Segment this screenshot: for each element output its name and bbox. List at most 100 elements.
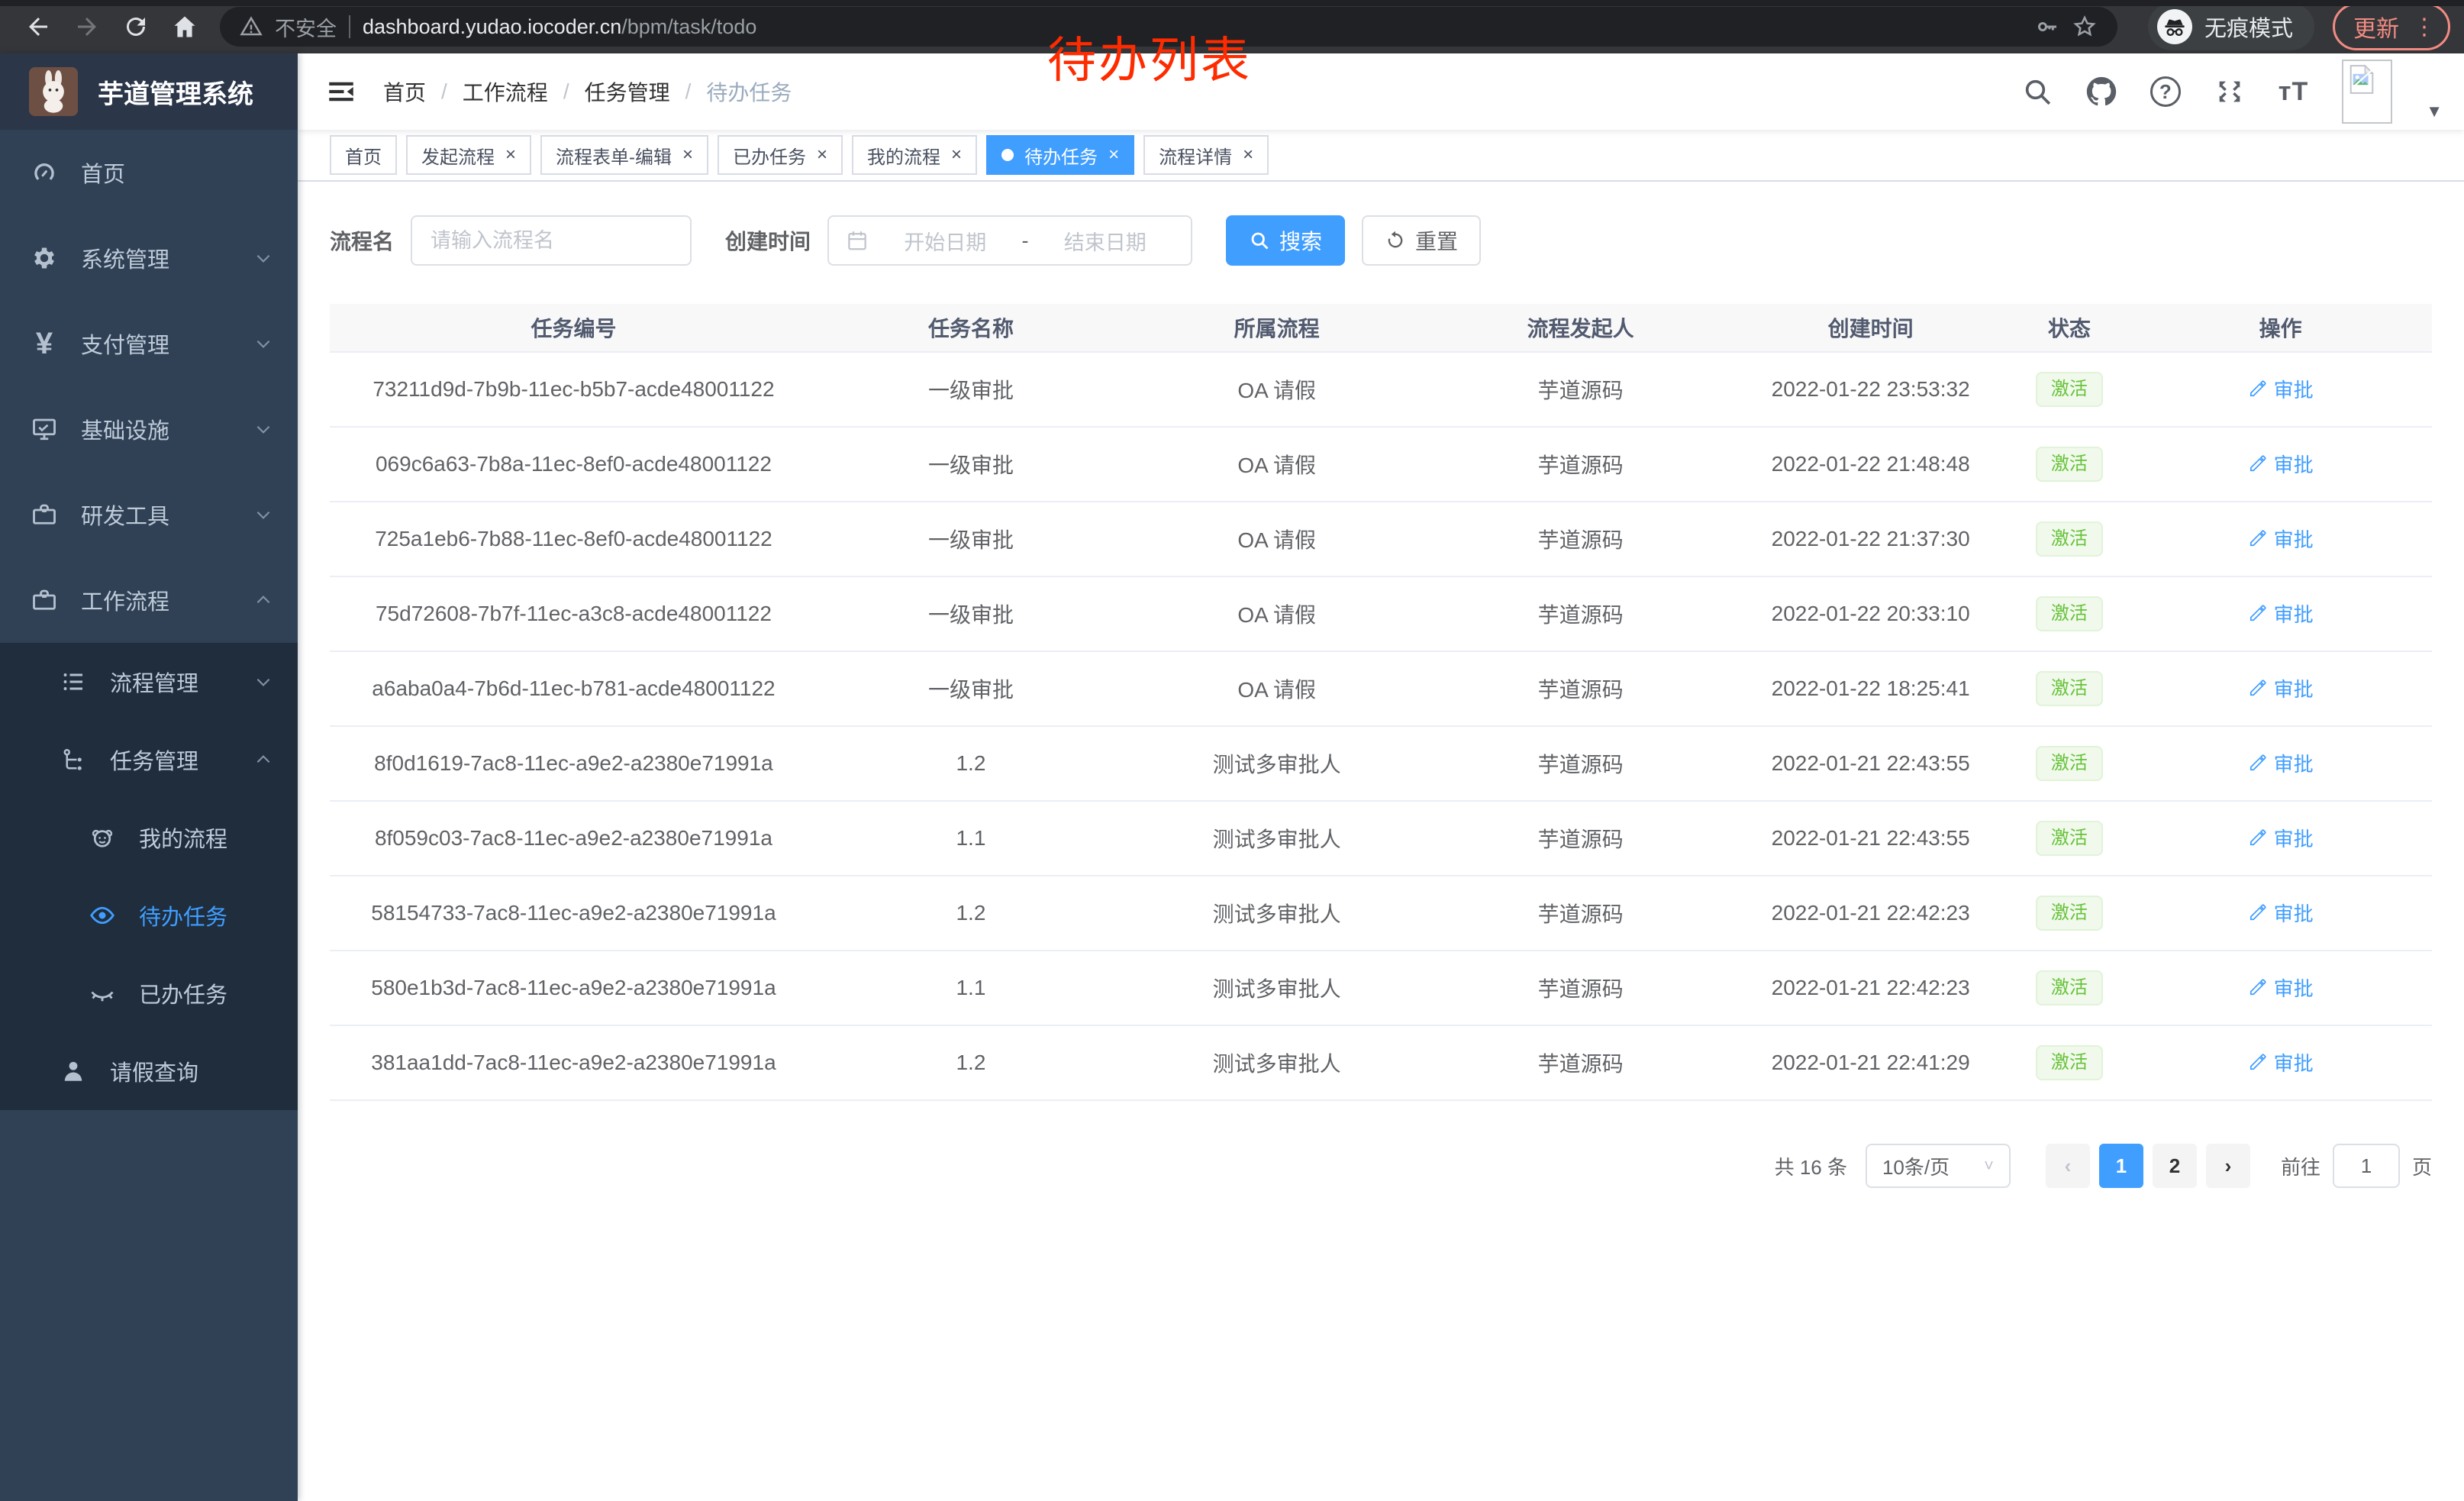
font-size-icon[interactable]: тT: [2279, 77, 2308, 107]
url-text[interactable]: dashboard.yudao.iocoder.cn/bpm/task/todo: [363, 15, 756, 39]
sidebar-item-已办任务[interactable]: 已办任务: [0, 954, 298, 1032]
reset-button[interactable]: 重置: [1362, 215, 1481, 266]
tab-待办任务[interactable]: 待办任务×: [986, 135, 1134, 175]
approve-link[interactable]: 审批: [2248, 1048, 2314, 1077]
close-icon[interactable]: ×: [817, 144, 827, 166]
update-button[interactable]: 更新 ⋮: [2333, 3, 2450, 50]
end-date-placeholder[interactable]: 结束日期: [1037, 226, 1175, 256]
column-header: 任务编号: [330, 312, 818, 343]
prev-page-button[interactable]: ‹: [2046, 1144, 2090, 1188]
breadcrumb-item[interactable]: 任务管理: [585, 76, 670, 107]
sidebar-item-任务管理[interactable]: 任务管理: [0, 721, 298, 799]
search-icon[interactable]: [2022, 76, 2053, 107]
tab-流程详情[interactable]: 流程详情×: [1143, 135, 1269, 175]
avatar[interactable]: [2342, 60, 2392, 124]
process-name-label: 流程名: [330, 225, 394, 256]
fullscreen-icon[interactable]: [2214, 76, 2245, 107]
github-icon[interactable]: [2086, 76, 2117, 107]
sidebar-item-系统管理[interactable]: 系统管理: [0, 215, 298, 301]
sidebar-item-label: 研发工具: [81, 499, 169, 531]
breadcrumb-item[interactable]: 首页: [383, 76, 426, 107]
sidebar-item-待办任务[interactable]: 待办任务: [0, 876, 298, 954]
help-icon[interactable]: ?: [2150, 76, 2181, 107]
approve-link[interactable]: 审批: [2248, 749, 2314, 777]
cell-id: 58154733-7ac8-11ec-a9e2-a2380e71991a: [330, 901, 818, 925]
status-badge: 激活: [2036, 821, 2103, 857]
tab-我的流程[interactable]: 我的流程×: [852, 135, 977, 175]
cell-created: 2022-01-21 22:42:23: [1732, 976, 2010, 1000]
sidebar-item-label: 支付管理: [81, 328, 169, 360]
sidebar-item-我的流程[interactable]: 我的流程: [0, 799, 298, 876]
cell-created: 2022-01-22 21:37:30: [1732, 527, 2010, 551]
process-name-input[interactable]: [411, 215, 692, 266]
close-icon[interactable]: ×: [682, 144, 693, 166]
forward-icon[interactable]: [73, 13, 101, 40]
cell-actions: 审批: [2129, 450, 2432, 479]
incognito-label: 无痕模式: [2204, 11, 2293, 43]
back-icon[interactable]: [24, 13, 52, 40]
sidebar-item-请假查询[interactable]: 请假查询: [0, 1032, 298, 1110]
cell-starter: 芋道源码: [1429, 1047, 1732, 1078]
sidebar-item-基础设施[interactable]: 基础设施: [0, 386, 298, 472]
page-content: 流程名 创建时间 开始日期 - 结束日期 搜索: [298, 182, 2464, 1501]
user-dropdown-caret-icon[interactable]: ▼: [2426, 102, 2443, 121]
start-date-placeholder[interactable]: 开始日期: [876, 226, 1014, 256]
tab-已办任务[interactable]: 已办任务×: [718, 135, 843, 175]
collapse-sidebar-icon[interactable]: [325, 76, 357, 108]
update-label[interactable]: 更新: [2353, 10, 2399, 44]
cell-actions: 审批: [2129, 599, 2432, 629]
cell-process: OA 请假: [1124, 524, 1429, 554]
incognito-icon: [2162, 14, 2188, 40]
reload-icon[interactable]: [122, 13, 150, 40]
approve-link[interactable]: 审批: [2248, 450, 2314, 478]
close-icon[interactable]: ×: [951, 144, 962, 166]
next-page-button[interactable]: ›: [2206, 1144, 2250, 1188]
search-button-label: 搜索: [1279, 225, 1322, 256]
close-icon[interactable]: ×: [1108, 144, 1119, 166]
approve-link[interactable]: 审批: [2248, 375, 2314, 403]
cell-status: 激活: [2009, 896, 2129, 931]
tab-流程表单-编辑[interactable]: 流程表单-编辑×: [540, 135, 708, 175]
sidebar-item-工作流程[interactable]: 工作流程: [0, 557, 298, 643]
chevron-down-icon: [253, 750, 273, 770]
page-size-select[interactable]: 10条/页 ˅: [1866, 1144, 2011, 1188]
sidebar-item-label: 待办任务: [139, 899, 227, 931]
approve-link-label: 审批: [2274, 899, 2314, 927]
key-icon[interactable]: [2035, 15, 2059, 39]
search-button[interactable]: 搜索: [1226, 215, 1345, 266]
tab-发起流程[interactable]: 发起流程×: [406, 135, 531, 175]
sidebar-item-支付管理[interactable]: ¥支付管理: [0, 301, 298, 386]
tab-首页[interactable]: 首页: [330, 135, 397, 175]
home-icon[interactable]: [171, 13, 198, 40]
breadcrumb-item[interactable]: 工作流程: [463, 76, 548, 107]
close-icon[interactable]: ×: [505, 144, 516, 166]
table-row: 8f059c03-7ac8-11ec-a9e2-a2380e71991a1.1测…: [330, 802, 2432, 876]
tags-view: 首页发起流程×流程表单-编辑×已办任务×我的流程×待办任务×流程详情×: [298, 130, 2464, 182]
sidebar-item-研发工具[interactable]: 研发工具: [0, 472, 298, 557]
page-button-1[interactable]: 1: [2099, 1144, 2143, 1188]
pen-icon: [2248, 678, 2268, 698]
sidebar-item-label: 系统管理: [81, 242, 169, 274]
approve-link[interactable]: 审批: [2248, 973, 2314, 1002]
cell-created: 2022-01-22 21:48:48: [1732, 452, 2010, 476]
cell-status: 激活: [2009, 671, 2129, 707]
sidebar-item-首页[interactable]: 首页: [0, 130, 298, 215]
security-label[interactable]: 不安全: [275, 12, 337, 42]
table-row: a6aba0a4-7b6d-11ec-b781-acde48001122一级审批…: [330, 652, 2432, 727]
approve-link[interactable]: 审批: [2248, 599, 2314, 628]
approve-link[interactable]: 审批: [2248, 525, 2314, 553]
page-button-2[interactable]: 2: [2153, 1144, 2197, 1188]
sidebar-item-流程管理[interactable]: 流程管理: [0, 643, 298, 721]
approve-link-label: 审批: [2274, 674, 2314, 702]
browser-menu-icon[interactable]: ⋮: [2413, 14, 2436, 40]
status-badge: 激活: [2036, 596, 2103, 632]
approve-link[interactable]: 审批: [2248, 824, 2314, 852]
date-range-picker[interactable]: 开始日期 - 结束日期: [827, 215, 1192, 266]
approve-link[interactable]: 审批: [2248, 899, 2314, 927]
sidebar-logo-row[interactable]: 芋道管理系统: [0, 53, 298, 130]
star-icon[interactable]: [2072, 14, 2098, 40]
approve-link[interactable]: 审批: [2248, 674, 2314, 702]
approve-link-label: 审批: [2274, 749, 2314, 777]
close-icon[interactable]: ×: [1243, 144, 1253, 166]
goto-page-input[interactable]: [2333, 1144, 2400, 1188]
